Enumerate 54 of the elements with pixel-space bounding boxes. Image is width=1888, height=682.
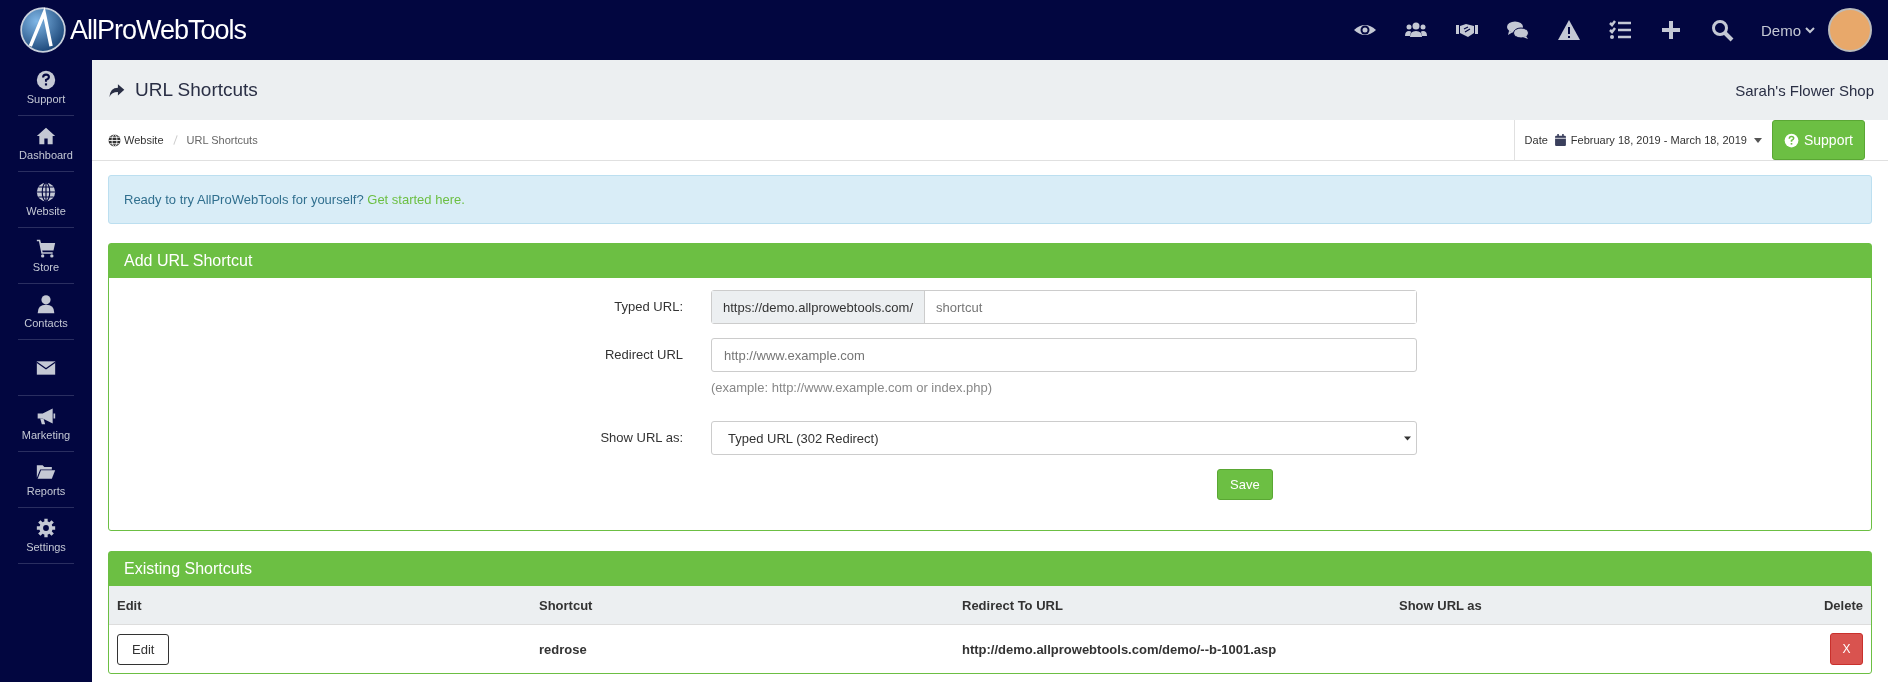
sidebar-item[interactable]: Marketing xyxy=(18,396,74,452)
cart-icon xyxy=(36,238,56,258)
account-name: Sarah's Flower Shop xyxy=(1735,81,1874,99)
sidebar-item[interactable]: Reports xyxy=(18,452,74,508)
sidebar-item[interactable]: Store xyxy=(18,228,74,284)
typed-url-field[interactable]: https://demo.allprowebtools.com/ shortcut xyxy=(711,290,1417,324)
checklist-icon[interactable] xyxy=(1608,18,1632,42)
caret-icon xyxy=(1753,137,1762,143)
table-cell-text: http://demo.allprowebtools.com/demo/--b-1001.asp xyxy=(962,641,1278,657)
sidebar-item[interactable]: Website xyxy=(18,172,74,228)
settings-icon xyxy=(36,518,56,538)
brand-name: AllProWebTools xyxy=(70,14,247,46)
column-header: Show URL as xyxy=(1399,597,1483,613)
user-menu[interactable]: Demo xyxy=(1761,21,1815,39)
column-header: Redirect To URL xyxy=(962,597,1064,613)
page-title: URL Shortcuts xyxy=(135,79,258,101)
sidebar-item[interactable]: Settings xyxy=(18,508,74,564)
breadcrumb-link[interactable]: URL Shortcuts xyxy=(186,134,258,146)
edit-button[interactable]: Edit xyxy=(117,633,170,665)
globe-icon xyxy=(36,182,56,202)
avatar[interactable] xyxy=(1828,8,1872,52)
search-icon[interactable] xyxy=(1710,18,1734,42)
person-icon xyxy=(36,294,56,314)
chevron-down-icon xyxy=(1805,25,1815,35)
help-icon xyxy=(36,70,56,90)
breadcrumb-link[interactable]: Website xyxy=(124,134,164,146)
caret-icon xyxy=(1404,435,1411,441)
sidebar-item[interactable]: Dashboard xyxy=(18,116,74,172)
field-label: Redirect URL xyxy=(603,346,683,364)
folder-icon xyxy=(36,462,56,482)
show-url-select[interactable]: Typed URL (302 Redirect) xyxy=(711,421,1417,455)
panel-title: Existing Shortcuts xyxy=(109,552,1871,586)
column-header: Shortcut xyxy=(539,597,594,613)
home-icon xyxy=(36,126,56,146)
delete-button[interactable]: X xyxy=(1830,633,1863,665)
globe-icon xyxy=(108,133,121,147)
table-cell-text: redrose xyxy=(539,641,588,657)
field-label: Show URL as: xyxy=(599,429,683,447)
warning-icon[interactable] xyxy=(1557,18,1581,42)
calendar-icon xyxy=(1553,133,1567,147)
redirect-url-field[interactable]: http://www.example.com xyxy=(711,338,1417,372)
plus-icon[interactable] xyxy=(1659,18,1683,42)
help-icon xyxy=(1783,132,1799,148)
logo-icon xyxy=(20,7,66,53)
sidebar-item[interactable]: Support xyxy=(18,60,74,116)
sidebar-item[interactable]: Contacts xyxy=(18,284,74,340)
help-text: (example: http://www.example.com or index.php) xyxy=(711,380,994,395)
column-header: Edit xyxy=(117,597,143,613)
megaphone-icon xyxy=(36,406,56,426)
panel-title: Add URL Shortcut xyxy=(109,244,1871,278)
info-alert: Ready to try AllProWebTools for yourself? Get started here. xyxy=(108,175,1872,224)
column-header: Delete xyxy=(1823,597,1863,613)
field-label: Typed URL: xyxy=(613,298,683,316)
date-range-picker[interactable]: Date February 18, 2019 - March 18, 2019 xyxy=(1524,133,1762,147)
